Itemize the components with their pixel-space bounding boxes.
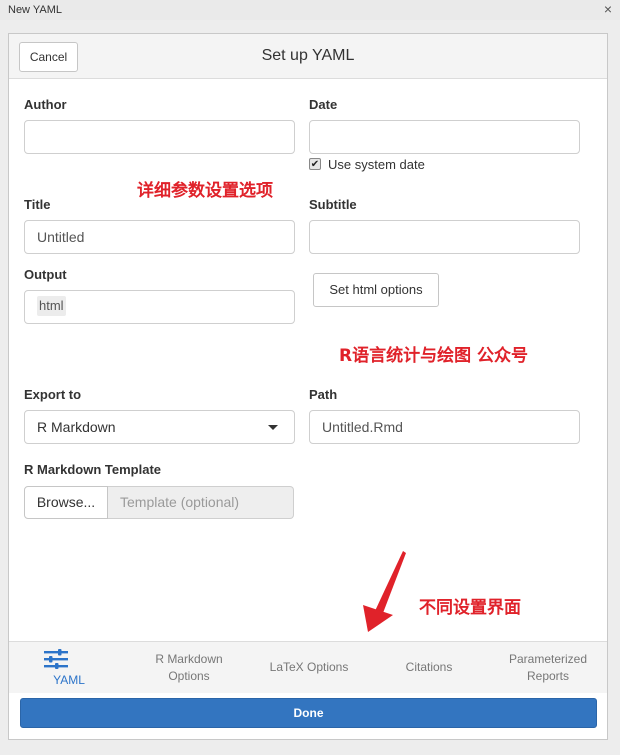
tab-label-line1: Parameterized bbox=[508, 652, 588, 666]
annotation-wechat: R语言统计与绘图 公众号 bbox=[339, 346, 529, 366]
cancel-button[interactable]: Cancel bbox=[19, 42, 78, 72]
title-field[interactable] bbox=[24, 220, 295, 254]
export-to-select[interactable]: R Markdown bbox=[24, 410, 295, 444]
tab-bar: YAML R Markdown Options LaTeX Options Ci… bbox=[9, 641, 607, 693]
title-label: Title bbox=[24, 197, 51, 212]
tab-label: Citations bbox=[405, 660, 453, 674]
yaml-setup-dialog: Set up YAML Cancel Author Date ✔ Use sys… bbox=[8, 33, 608, 740]
window-title: New YAML bbox=[8, 4, 63, 16]
use-system-date-checkbox[interactable]: ✔ bbox=[309, 158, 321, 170]
date-label: Date bbox=[309, 97, 338, 112]
path-label: Path bbox=[309, 387, 338, 402]
author-label: Author bbox=[24, 97, 67, 112]
dialog-title: Set up YAML bbox=[261, 47, 355, 64]
caret-down-icon bbox=[268, 425, 278, 430]
path-field[interactable] bbox=[309, 410, 580, 444]
tab-r-markdown-options[interactable]: R Markdown Options bbox=[129, 642, 249, 694]
sliders-icon bbox=[44, 649, 68, 669]
tab-label-line1: R Markdown bbox=[155, 652, 223, 666]
annotation-tabs-note: 不同设置界面 bbox=[419, 598, 521, 618]
use-system-date-label: Use system date bbox=[328, 157, 425, 172]
subtitle-field[interactable] bbox=[309, 220, 580, 254]
annotation-detail: 详细参数设置选项 bbox=[137, 181, 273, 201]
set-html-options-button[interactable]: Set html options bbox=[313, 273, 439, 307]
tab-yaml[interactable]: YAML bbox=[9, 642, 129, 694]
dialog-header: Set up YAML Cancel bbox=[9, 34, 607, 79]
output-field[interactable]: html bbox=[24, 290, 295, 324]
red-arrow-icon bbox=[363, 551, 406, 632]
tab-parameterized-reports[interactable]: Parameterized Reports bbox=[489, 642, 607, 694]
window-titlebar: New YAML × bbox=[0, 0, 620, 20]
subtitle-label: Subtitle bbox=[309, 197, 357, 212]
date-field[interactable] bbox=[309, 120, 580, 154]
browse-button[interactable]: Browse... bbox=[24, 486, 108, 519]
export-to-label: Export to bbox=[24, 387, 82, 402]
export-to-value: R Markdown bbox=[37, 419, 116, 435]
output-label: Output bbox=[24, 267, 67, 282]
author-field[interactable] bbox=[24, 120, 295, 154]
close-icon[interactable]: × bbox=[601, 0, 615, 20]
template-field[interactable]: Template (optional) bbox=[108, 486, 294, 519]
done-button[interactable]: Done bbox=[20, 698, 597, 728]
output-chip: html bbox=[37, 296, 66, 316]
tab-label-line2: Reports bbox=[526, 669, 570, 683]
template-label: R Markdown Template bbox=[24, 462, 162, 477]
tab-latex-options[interactable]: LaTeX Options bbox=[249, 642, 369, 694]
tab-label-line2: Options bbox=[168, 669, 210, 683]
tab-label: LaTeX Options bbox=[269, 660, 349, 674]
tab-citations[interactable]: Citations bbox=[369, 642, 489, 694]
tab-yaml-label: YAML bbox=[53, 673, 85, 687]
